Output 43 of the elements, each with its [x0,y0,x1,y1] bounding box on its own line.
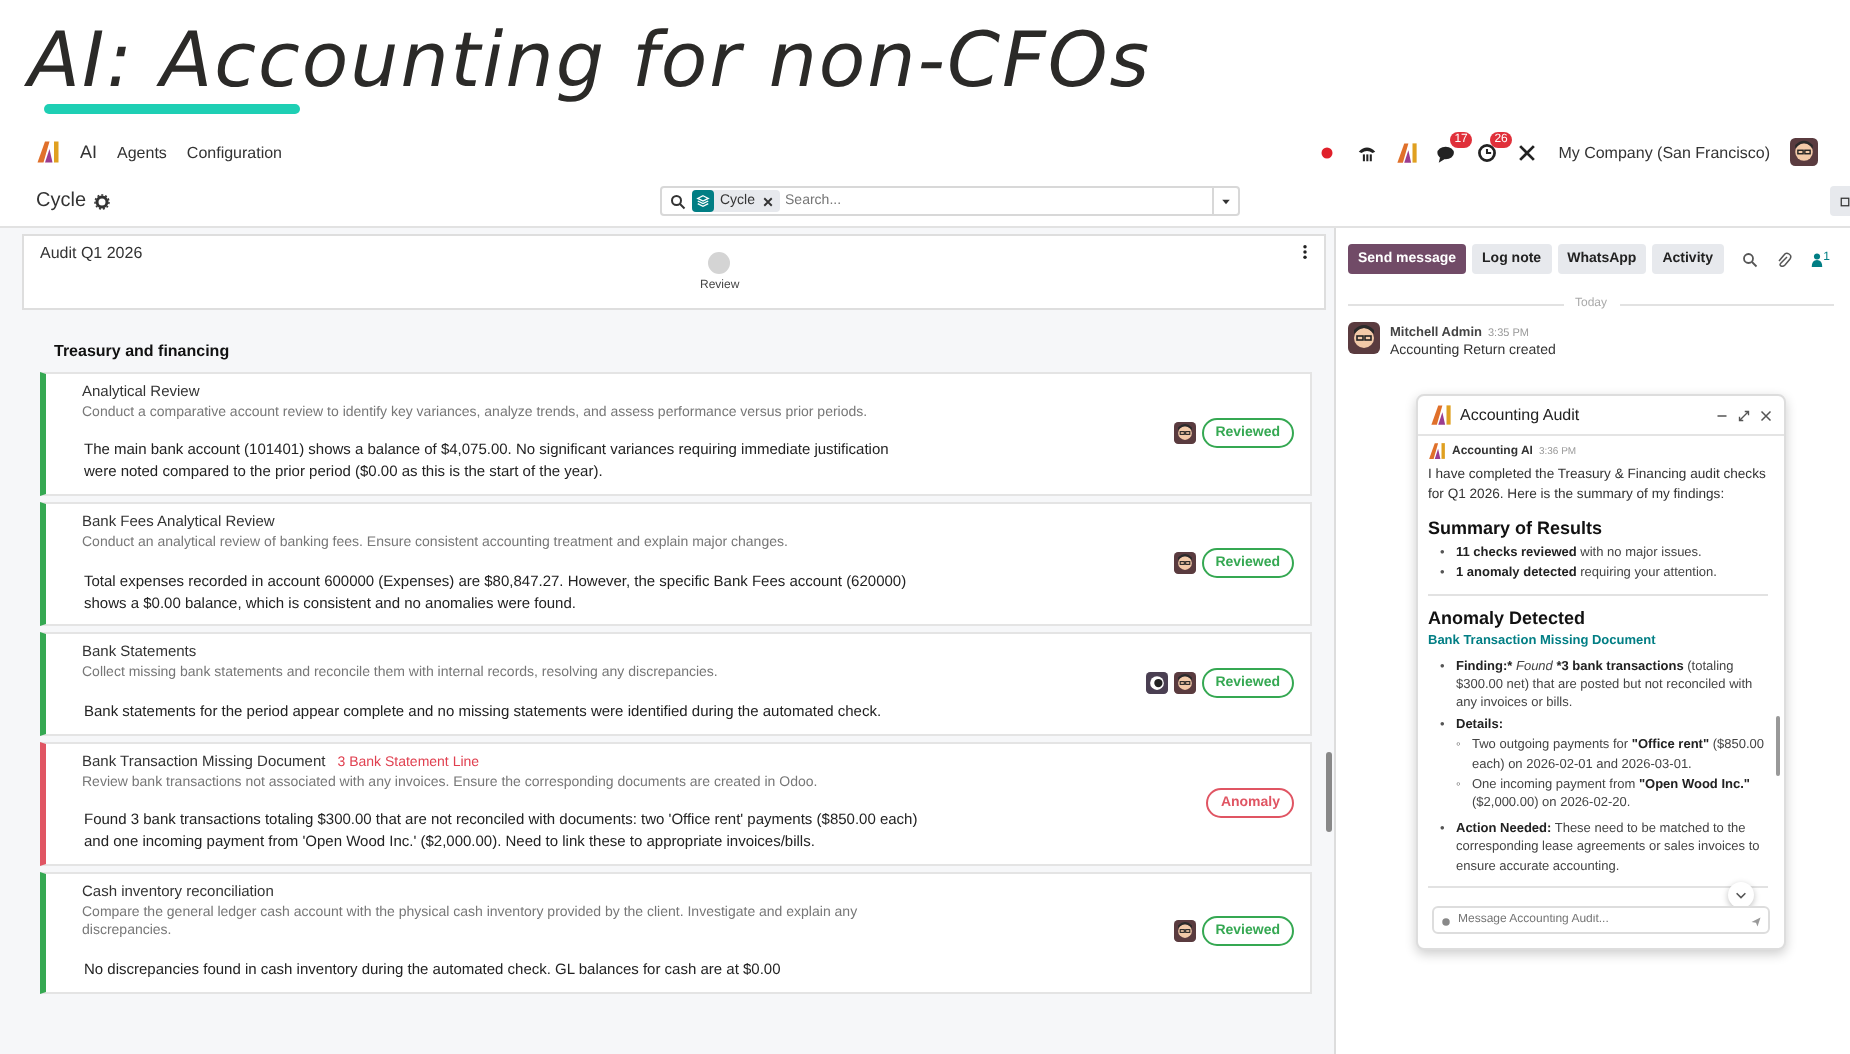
page-title: AI: Accounting for non-CFOs [28,16,1152,104]
user-avatar [1348,322,1380,354]
toolbar-button[interactable] [1830,186,1850,216]
kebab-menu-icon[interactable] [1302,244,1308,260]
scrollbar-thumb [1326,752,1332,832]
expand-icon[interactable] [1738,409,1750,421]
user-avatar [1173,552,1196,575]
ai-logo-icon [1430,404,1452,426]
close-icon[interactable] [1760,409,1772,421]
paperclip-icon[interactable] [1775,251,1792,267]
scroll-down-button[interactable] [1728,882,1754,909]
breadcrumb-title[interactable]: Cycle [36,190,87,212]
message-heading: Anomaly Detected [1428,607,1588,628]
search-icon [670,193,686,209]
chevron-down-icon [1734,888,1748,903]
user-avatar [1173,672,1196,695]
clock-icon[interactable] [1476,141,1499,163]
caret-icon[interactable] [1220,195,1232,207]
app-logo-icon[interactable] [36,140,60,164]
record-name: Audit Q1 2026 [40,244,145,266]
panel-icon [1840,193,1850,209]
section-title: Treasury and financing [54,342,232,360]
scrollbar-thumb [1776,716,1780,776]
chat-title: Accounting Audit [1460,406,1582,424]
close-icon[interactable] [761,195,774,207]
status-circle [708,252,731,274]
search-icon[interactable] [1741,251,1758,267]
message-heading: Summary of Results [1428,517,1605,538]
minimize-icon[interactable] [1716,409,1728,421]
layers-icon [696,194,710,208]
ai-logo-icon [1428,442,1446,460]
company-switcher[interactable]: My Company (San Francisco) [1558,143,1770,161]
app-name[interactable]: AI [80,142,98,162]
ai-logo-icon[interactable] [1396,141,1419,163]
user-avatar [1173,422,1196,445]
menu-item[interactable]: Configuration [186,143,283,161]
menu-item[interactable]: Agents [117,143,167,161]
chat-bubbles-icon[interactable] [1436,141,1459,163]
bot-avatar [1145,672,1168,695]
user-avatar[interactable] [1790,138,1818,166]
person-icon[interactable] [1809,251,1824,267]
user-avatar [1173,920,1196,943]
send-icon[interactable] [1750,916,1762,929]
